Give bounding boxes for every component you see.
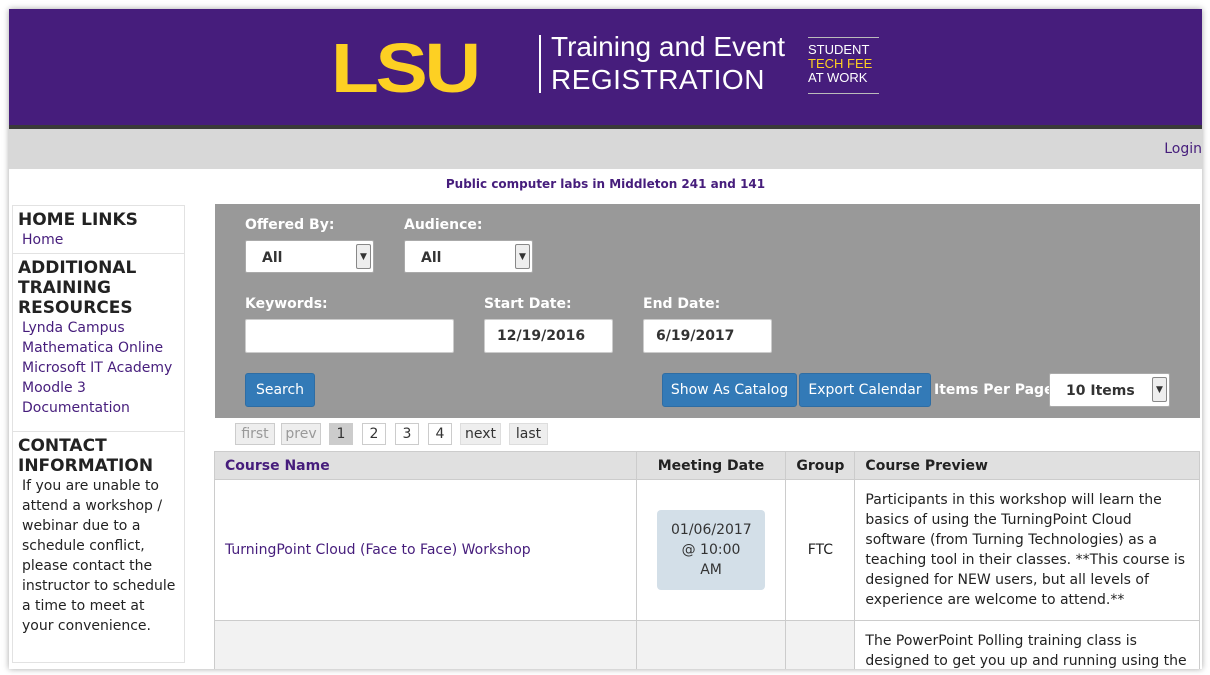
header-banner: LSU Training and Event REGISTRATION STUD… (9, 9, 1202, 125)
keywords-input[interactable] (245, 319, 454, 353)
course-preview-cell: Participants in this workshop will learn… (854, 479, 1200, 621)
login-bar: Login (9, 129, 1202, 169)
filter-panel: Offered By: All ▼ Audience: All ▼ Keywor… (215, 204, 1200, 418)
meeting-date-cell (635, 620, 787, 669)
pager-page-4[interactable]: 4 (428, 423, 452, 445)
offered-by-select[interactable]: All ▼ (245, 240, 374, 273)
course-link[interactable]: TurningPoint Cloud (Face to Face) Worksh… (225, 542, 531, 558)
pager-page-3[interactable]: 3 (395, 423, 419, 445)
sidebar-link-lynda[interactable]: Lynda Campus (18, 318, 179, 338)
table-row: TurningPoint Cloud (Face to Face) Worksh… (214, 479, 1200, 621)
site-title-line2: REGISTRATION (551, 64, 765, 95)
lsu-logo[interactable]: LSU (331, 33, 481, 103)
course-name-cell (214, 620, 637, 669)
sidebar-link-mathematica[interactable]: Mathematica Online (18, 338, 179, 358)
resources-section: ADDITIONAL TRAINING RESOURCES Lynda Camp… (12, 254, 185, 432)
col-header-meeting-date: Meeting Date (635, 451, 787, 480)
pager-first[interactable]: first (235, 423, 275, 445)
items-per-page-select[interactable]: 10 Items ▼ (1049, 373, 1170, 407)
lab-notice: Public computer labs in Middleton 241 an… (445, 177, 766, 191)
badge-line3: AT WORK (808, 70, 868, 85)
resources-heading: ADDITIONAL TRAINING RESOURCES (18, 258, 137, 318)
sidebar-link-moodle[interactable]: Moodle 3 (18, 378, 179, 398)
badge-line2: TECH FEE (808, 56, 873, 71)
table-header-row: Course Name Meeting Date Group Course Pr… (214, 451, 1200, 480)
course-name-cell: TurningPoint Cloud (Face to Face) Worksh… (214, 479, 637, 621)
site-title: Training and Event REGISTRATION (551, 31, 785, 97)
badge-line1: STUDENT (808, 42, 870, 57)
home-links-section: HOME LINKS Home (12, 205, 185, 254)
contact-section: CONTACT INFORMATION If you are unable to… (12, 432, 185, 663)
audience-select[interactable]: All ▼ (404, 240, 533, 273)
chevron-down-icon: ▼ (356, 244, 371, 269)
course-preview-cell: The PowerPoint Polling training class is… (854, 620, 1200, 669)
login-link[interactable]: Login (1164, 141, 1202, 157)
course-table: Course Name Meeting Date Group Course Pr… (214, 451, 1200, 669)
chevron-down-icon: ▼ (515, 244, 530, 269)
pager-next[interactable]: next (460, 423, 501, 445)
search-button[interactable]: Search (245, 373, 315, 407)
pager-prev[interactable]: prev (281, 423, 321, 445)
items-per-page-value: 10 Items (1066, 383, 1135, 399)
home-links-heading: HOME LINKS (18, 210, 138, 230)
col-header-course-name[interactable]: Course Name (214, 451, 637, 480)
meeting-date: 01/06/2017 (671, 522, 752, 538)
chevron-down-icon: ▼ (1152, 377, 1167, 402)
group-cell (785, 620, 856, 669)
pager-last[interactable]: last (509, 423, 548, 445)
sidebar-link-documentation[interactable]: Documentation (18, 398, 179, 418)
pager-page-1[interactable]: 1 (329, 423, 353, 445)
export-calendar-button[interactable]: Export Calendar (799, 373, 931, 407)
sidebar-link-home[interactable]: Home (18, 230, 179, 250)
offered-by-value: All (262, 250, 283, 266)
keywords-label: Keywords: (245, 296, 328, 312)
start-date-label: Start Date: (484, 296, 572, 312)
end-date-label: End Date: (643, 296, 721, 312)
sidebar-link-it-academy[interactable]: Microsoft IT Academy (18, 358, 179, 378)
meeting-date-cell: 01/06/2017 @ 10:00 AM (635, 479, 787, 621)
offered-by-label: Offered By: (245, 217, 335, 233)
col-header-group: Group (785, 451, 856, 480)
browser-frame: LSU Training and Event REGISTRATION STUD… (9, 9, 1202, 669)
meeting-date-badge: 01/06/2017 @ 10:00 AM (657, 510, 766, 590)
site-title-line1: Training and Event (551, 31, 785, 62)
group-cell: FTC (785, 479, 856, 621)
banner-divider (539, 35, 541, 93)
show-as-catalog-button[interactable]: Show As Catalog (662, 373, 797, 407)
student-tech-fee-badge: STUDENT TECH FEE AT WORK (808, 37, 879, 94)
contact-text: If you are unable to attend a workshop /… (22, 478, 176, 634)
sidebar: HOME LINKS Home ADDITIONAL TRAINING RESO… (12, 205, 185, 665)
start-date-input[interactable]: 12/19/2016 (484, 319, 613, 353)
end-date-input[interactable]: 6/19/2017 (643, 319, 772, 353)
audience-value: All (421, 250, 442, 266)
audience-label: Audience: (404, 217, 483, 233)
table-row: The PowerPoint Polling training class is… (214, 620, 1200, 669)
col-header-course-preview: Course Preview (854, 451, 1200, 480)
items-per-page-label: Items Per Page: (934, 382, 1060, 398)
meeting-time: @ 10:00 AM (681, 542, 741, 578)
pager-page-2[interactable]: 2 (362, 423, 386, 445)
contact-heading: CONTACT INFORMATION (18, 436, 154, 476)
